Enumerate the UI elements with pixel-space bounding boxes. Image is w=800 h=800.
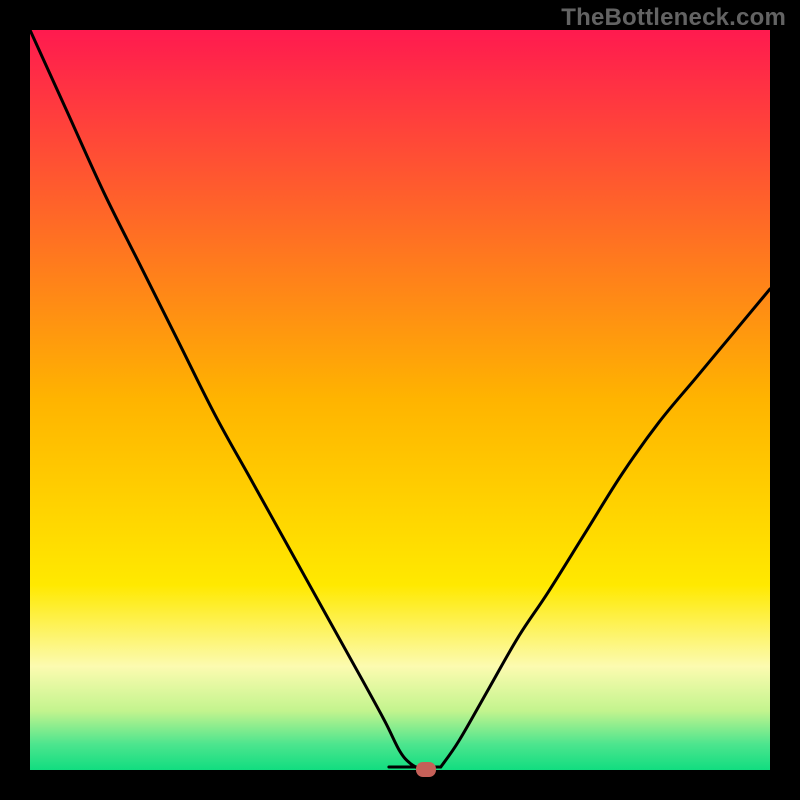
plot-area xyxy=(30,30,770,770)
chart-svg xyxy=(30,30,770,770)
bottleneck-marker xyxy=(416,762,436,777)
gradient-background xyxy=(30,30,770,770)
watermark-label: TheBottleneck.com xyxy=(561,4,786,32)
chart-canvas: TheBottleneck.com xyxy=(0,0,800,800)
